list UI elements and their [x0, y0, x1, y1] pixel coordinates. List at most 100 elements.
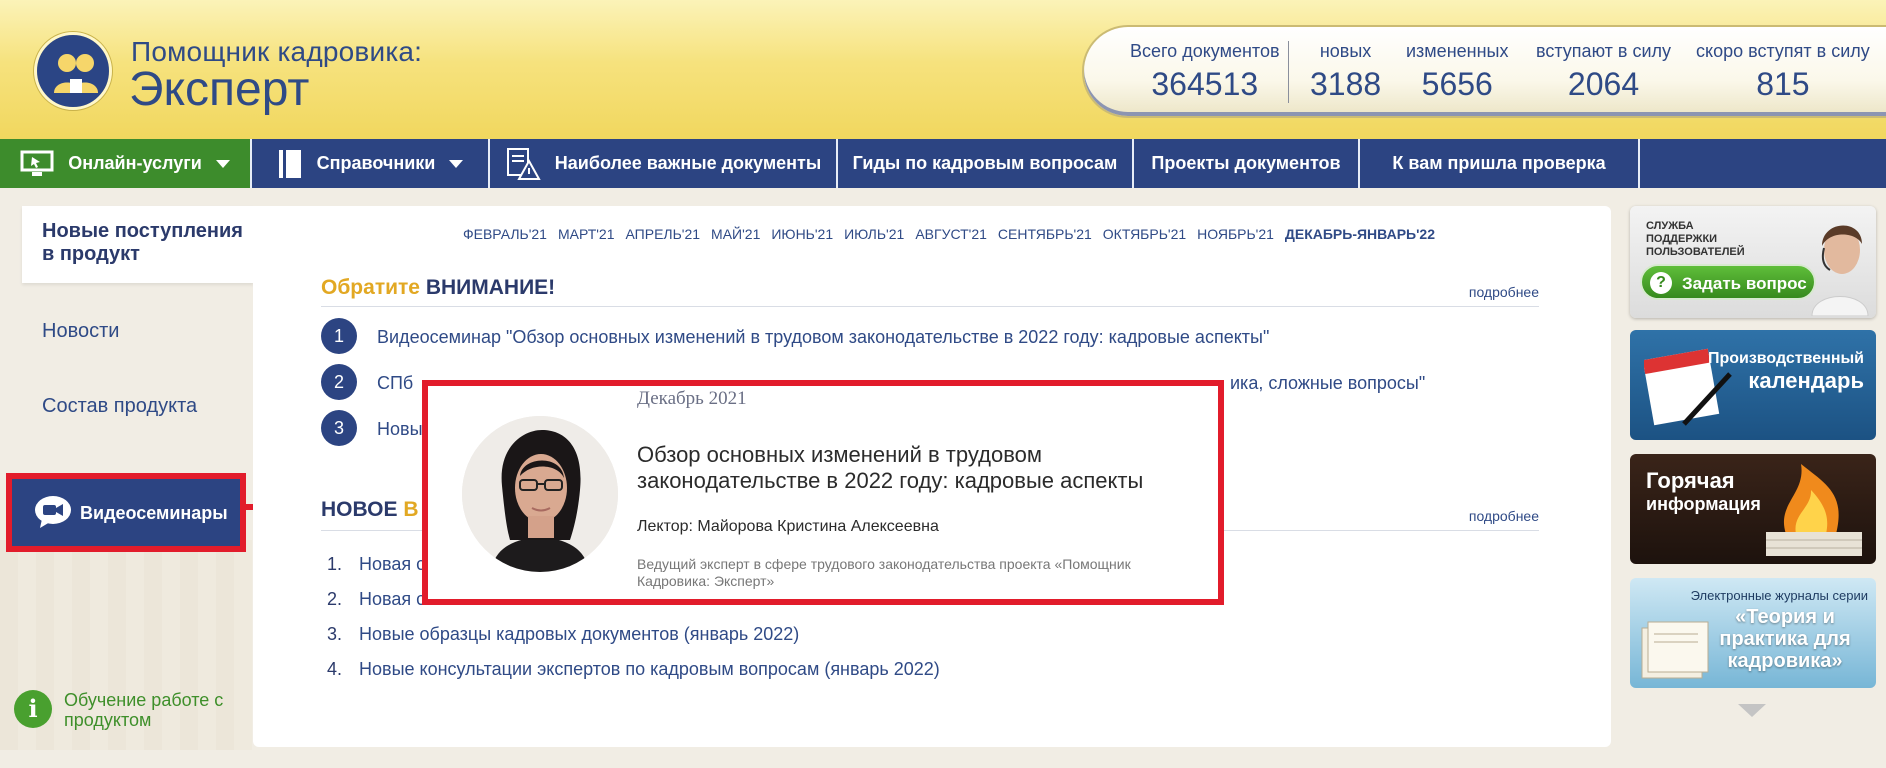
popup-description: Ведущий эксперт в сфере трудового законо…: [637, 556, 1131, 589]
stat-label: вступают в силу: [1536, 41, 1672, 61]
item-number: 3: [321, 410, 357, 446]
tab-month[interactable]: ИЮНЬ'21: [771, 226, 833, 242]
nav-label: Гиды по кадровым вопросам: [852, 153, 1118, 173]
support-banner[interactable]: СЛУЖБА ПОДДЕРЖКИ ПОЛЬЗОВАТЕЛЕЙ ? Задать …: [1630, 206, 1876, 318]
popup-lector: Лектор: Майорова Кристина Алексеевна: [637, 518, 939, 535]
chevron-down-icon: [449, 159, 464, 168]
tab-month[interactable]: АВГУСТ'21: [915, 226, 987, 242]
question-icon: ?: [1650, 272, 1672, 294]
item-number: 2.: [327, 589, 343, 609]
stat-value: 364513: [1151, 66, 1259, 102]
stat-label: Всего документов: [1130, 41, 1280, 61]
logo-icon[interactable]: [34, 32, 112, 110]
sidebar-item-label: Видеосеминары: [80, 503, 228, 523]
sidebar-item-news[interactable]: Новости: [42, 320, 119, 343]
nav-online-services[interactable]: Онлайн-услуги: [0, 139, 252, 188]
scroll-down-arrow-icon[interactable]: [1738, 704, 1766, 717]
item-number: 1: [321, 318, 357, 354]
divider: [321, 306, 1539, 307]
logo-title: Эксперт: [129, 63, 310, 116]
nav-reference-books[interactable]: Справочники: [252, 139, 490, 188]
item-text: Новая с: [359, 554, 426, 574]
tab-month-active[interactable]: ДЕКАБРЬ-ЯНВАРЬ'22: [1285, 226, 1435, 242]
stat-label: скоро вступят в силу: [1696, 41, 1870, 61]
tab-month[interactable]: ИЮЛЬ'21: [844, 226, 904, 242]
tab-month[interactable]: АПРЕЛЬ'21: [626, 226, 701, 242]
list-item[interactable]: 3. Новые образцы кадровых документов (янв…: [327, 624, 799, 645]
nav-label: Проекты документов: [1151, 153, 1341, 173]
learn-label: Обучение работе с продуктом: [64, 690, 224, 730]
stat-changed[interactable]: измененных 5656: [1406, 41, 1508, 103]
info-icon: i: [14, 690, 52, 728]
main-nav: Онлайн-услуги Справочники Наиболее важны…: [0, 139, 1886, 188]
hot-label-1: Горячая: [1646, 468, 1735, 493]
stat-total[interactable]: Всего документов 364513: [1130, 41, 1280, 103]
popup-title[interactable]: Обзор основных изменений в трудовом зако…: [637, 442, 1197, 494]
popup-date: Декабрь 2021: [637, 388, 747, 409]
nav-important-documents[interactable]: Наиболее важные документы: [490, 139, 838, 188]
attention-item[interactable]: СПб: [377, 373, 413, 394]
book-icon: [277, 148, 303, 180]
stat-effective[interactable]: вступают в силу 2064: [1536, 41, 1671, 103]
calendar-label-2: календарь: [1748, 368, 1864, 393]
tab-month[interactable]: СЕНТЯБРЬ'21: [998, 226, 1092, 242]
attention-title-highlight: Обратите: [321, 276, 420, 299]
item-number: 4.: [327, 659, 343, 679]
tab-month[interactable]: ФЕВРАЛЬ'21: [463, 226, 547, 242]
item-text: Новая с: [359, 589, 426, 609]
attention-item[interactable]: Видеосеминар "Обзор основных изменений в…: [377, 327, 1269, 348]
nav-label: Справочники: [316, 153, 436, 173]
stat-value: 5656: [1421, 66, 1493, 102]
sidebar-item-new-arrivals[interactable]: Новые поступления в продукт: [22, 206, 254, 283]
tab-month[interactable]: НОЯБРЬ'21: [1197, 226, 1274, 242]
new-title-main: НОВОЕ: [321, 498, 398, 521]
nav-label: К вам пришла проверка: [1392, 153, 1606, 173]
item-number: 1.: [327, 554, 343, 574]
stat-value: 2064: [1567, 66, 1640, 102]
journals-banner[interactable]: Электронные журналы серии «Теория и прак…: [1630, 578, 1876, 688]
list-item[interactable]: 2. Новая с: [327, 589, 425, 610]
nav-draft-documents[interactable]: Проекты документов: [1134, 139, 1360, 188]
hot-label-2: информация: [1646, 494, 1761, 514]
nav-hr-guides[interactable]: Гиды по кадровым вопросам: [838, 139, 1134, 188]
list-item[interactable]: 4. Новые консультации экспертов по кадров…: [327, 659, 940, 680]
stat-new[interactable]: новых 3188: [1310, 41, 1381, 103]
nav-label: Наиболее важные документы: [554, 153, 822, 173]
chevron-down-icon: [215, 159, 230, 168]
list-item[interactable]: 1. Новая с: [327, 554, 425, 575]
nav-inspection[interactable]: К вам пришла проверка: [1360, 139, 1640, 188]
journals-stack-icon: [1638, 618, 1718, 688]
stat-upcoming[interactable]: скоро вступят в силу 815: [1696, 41, 1870, 103]
month-tabs: ФЕВРАЛЬ'21 МАРТ'21 АПРЕЛЬ'21 МАЙ'21 ИЮНЬ…: [253, 226, 1611, 242]
new-more-link[interactable]: подробнее: [1469, 508, 1539, 524]
support-label: СЛУЖБА ПОДДЕРЖКИ ПОЛЬЗОВАТЕЛЕЙ: [1646, 220, 1745, 258]
attention-item-tail[interactable]: ика, сложные вопросы": [1230, 373, 1425, 394]
flame-icon: [1756, 464, 1866, 564]
tab-month[interactable]: МАЙ'21: [711, 226, 760, 242]
chat-video-icon: [34, 495, 72, 534]
journals-label-2: «Теория и практика для кадровика»: [1719, 606, 1851, 672]
item-text: Новые образцы кадровых документов (январ…: [359, 624, 800, 644]
header: Помощник кадровика: Эксперт Всего докуме…: [0, 0, 1886, 140]
ask-label: Задать вопрос: [1682, 274, 1807, 293]
item-number: 3.: [327, 624, 343, 644]
support-operator-image: [1808, 210, 1872, 318]
learn-product-link[interactable]: i Обучение работе с продуктом: [14, 690, 244, 734]
attention-title: Обратите ВНИМАНИЕ!: [321, 276, 555, 300]
attention-more-link[interactable]: подробнее: [1469, 284, 1539, 300]
item-text: Новые консультации экспертов по кадровым…: [359, 659, 940, 679]
sidebar-item-webinars[interactable]: Видеосеминары: [6, 473, 246, 552]
document-stats: Всего документов 364513 новых 3188 измен…: [1082, 25, 1886, 118]
sidebar-item-composition[interactable]: Состав продукта: [42, 395, 197, 418]
tab-month[interactable]: МАРТ'21: [558, 226, 615, 242]
new-section-title: НОВОЕ В: [321, 498, 419, 522]
stat-label: измененных: [1406, 41, 1509, 61]
ask-question-button[interactable]: ? Задать вопрос: [1640, 264, 1816, 300]
hot-info-banner[interactable]: Горячая информация: [1630, 454, 1876, 564]
webinar-popup[interactable]: Декабрь 2021 Обзор основных изменений в …: [422, 380, 1224, 605]
document-warning-icon: [505, 147, 541, 181]
attention-item[interactable]: Новы: [377, 419, 423, 440]
tab-month[interactable]: ОКТЯБРЬ'21: [1103, 226, 1186, 242]
journals-label-1: Электронные журналы серии: [1690, 588, 1868, 603]
production-calendar-banner[interactable]: Производственный календарь: [1630, 330, 1876, 440]
